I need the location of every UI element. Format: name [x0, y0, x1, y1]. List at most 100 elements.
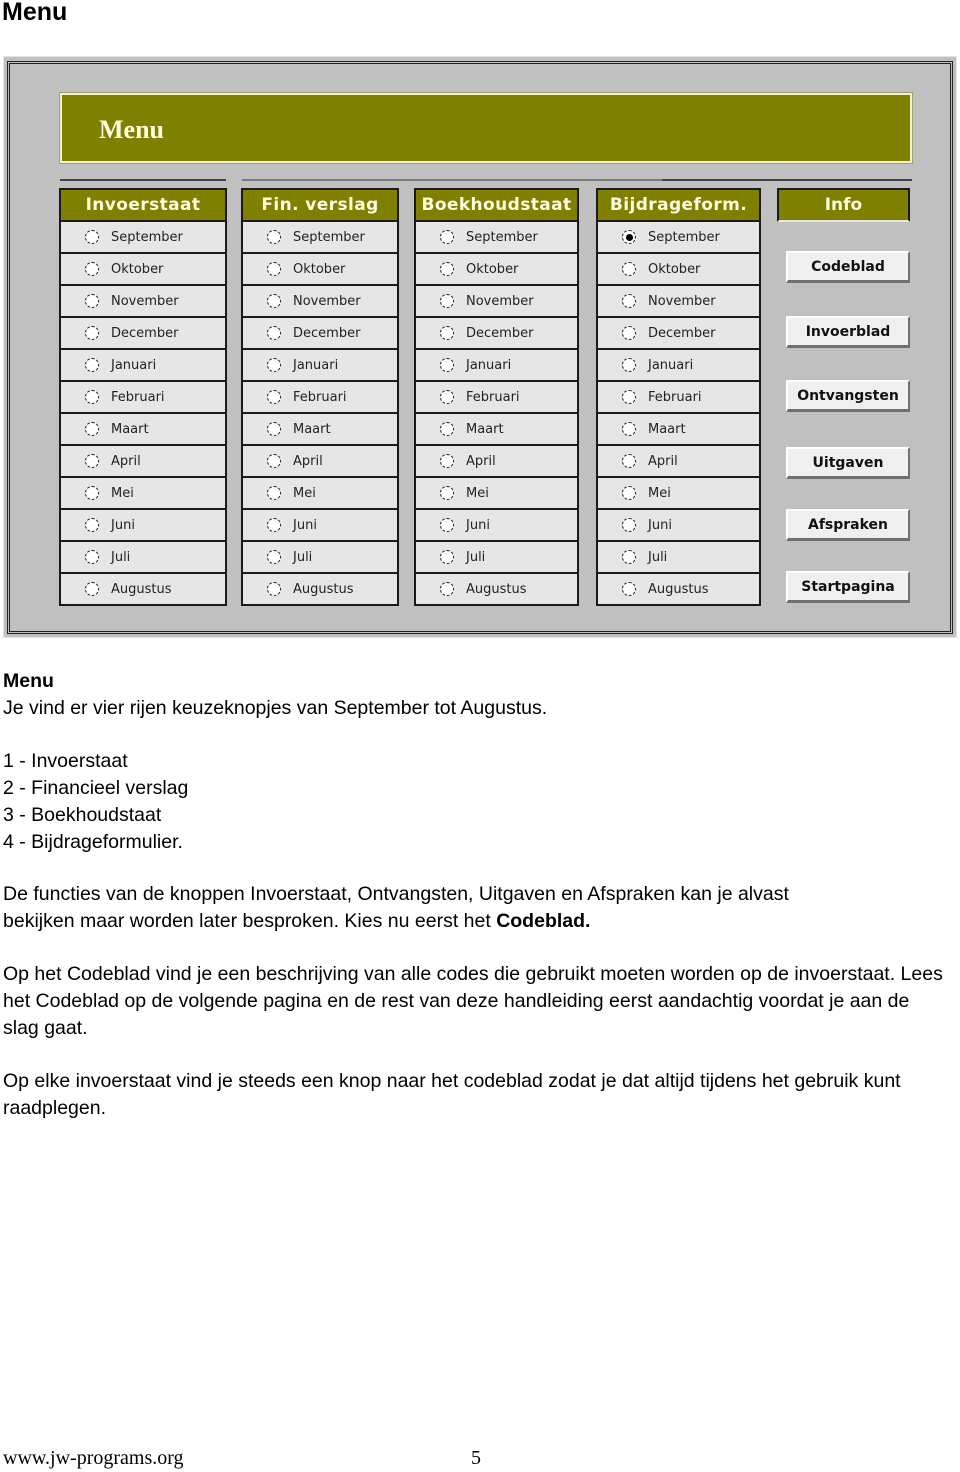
- radio-unchecked-icon[interactable]: [267, 454, 281, 468]
- month-option[interactable]: Augustus: [598, 574, 759, 604]
- month-option[interactable]: December: [598, 318, 759, 348]
- radio-unchecked-icon[interactable]: [440, 262, 454, 276]
- ontvangsten-button[interactable]: Ontvangsten: [786, 380, 910, 412]
- month-option[interactable]: Juni: [598, 510, 759, 540]
- month-option[interactable]: April: [61, 446, 225, 476]
- radio-unchecked-icon[interactable]: [440, 358, 454, 372]
- radio-unchecked-icon[interactable]: [622, 358, 636, 372]
- radio-unchecked-icon[interactable]: [267, 486, 281, 500]
- radio-unchecked-icon[interactable]: [85, 582, 99, 596]
- month-option[interactable]: November: [416, 286, 577, 316]
- month-option[interactable]: Mei: [243, 478, 397, 508]
- radio-unchecked-icon[interactable]: [440, 326, 454, 340]
- startpagina-button[interactable]: Startpagina: [786, 571, 910, 603]
- radio-unchecked-icon[interactable]: [622, 582, 636, 596]
- month-option[interactable]: Februari: [61, 382, 225, 412]
- radio-unchecked-icon[interactable]: [85, 262, 99, 276]
- month-option[interactable]: Maart: [61, 414, 225, 444]
- radio-unchecked-icon[interactable]: [85, 390, 99, 404]
- radio-unchecked-icon[interactable]: [267, 422, 281, 436]
- radio-unchecked-icon[interactable]: [85, 230, 99, 244]
- month-option[interactable]: Augustus: [243, 574, 397, 604]
- radio-unchecked-icon[interactable]: [267, 550, 281, 564]
- radio-checked-icon[interactable]: [622, 230, 636, 244]
- radio-unchecked-icon[interactable]: [267, 262, 281, 276]
- radio-unchecked-icon[interactable]: [85, 518, 99, 532]
- month-option[interactable]: Juli: [598, 542, 759, 572]
- month-option[interactable]: Januari: [416, 350, 577, 380]
- month-option[interactable]: September: [243, 222, 397, 252]
- month-option[interactable]: Juni: [416, 510, 577, 540]
- month-option[interactable]: Juni: [243, 510, 397, 540]
- radio-unchecked-icon[interactable]: [267, 390, 281, 404]
- month-option[interactable]: April: [416, 446, 577, 476]
- month-option[interactable]: December: [416, 318, 577, 348]
- radio-unchecked-icon[interactable]: [85, 358, 99, 372]
- month-option[interactable]: Februari: [243, 382, 397, 412]
- month-option[interactable]: Augustus: [61, 574, 225, 604]
- radio-unchecked-icon[interactable]: [440, 518, 454, 532]
- month-option[interactable]: Oktober: [61, 254, 225, 284]
- radio-unchecked-icon[interactable]: [622, 518, 636, 532]
- radio-unchecked-icon[interactable]: [440, 582, 454, 596]
- radio-unchecked-icon[interactable]: [267, 518, 281, 532]
- radio-unchecked-icon[interactable]: [440, 294, 454, 308]
- month-option[interactable]: Januari: [61, 350, 225, 380]
- radio-unchecked-icon[interactable]: [85, 422, 99, 436]
- month-option[interactable]: November: [61, 286, 225, 316]
- month-option[interactable]: Maart: [243, 414, 397, 444]
- radio-unchecked-icon[interactable]: [622, 262, 636, 276]
- month-option[interactable]: Januari: [598, 350, 759, 380]
- month-option[interactable]: Oktober: [598, 254, 759, 284]
- radio-unchecked-icon[interactable]: [85, 294, 99, 308]
- radio-unchecked-icon[interactable]: [85, 550, 99, 564]
- month-option[interactable]: November: [598, 286, 759, 316]
- month-option[interactable]: Mei: [61, 478, 225, 508]
- month-option[interactable]: Maart: [598, 414, 759, 444]
- radio-unchecked-icon[interactable]: [85, 486, 99, 500]
- radio-unchecked-icon[interactable]: [267, 582, 281, 596]
- month-option[interactable]: Juli: [243, 542, 397, 572]
- month-option[interactable]: Februari: [598, 382, 759, 412]
- radio-unchecked-icon[interactable]: [85, 454, 99, 468]
- radio-unchecked-icon[interactable]: [267, 326, 281, 340]
- uitgaven-button[interactable]: Uitgaven: [786, 447, 910, 479]
- radio-unchecked-icon[interactable]: [440, 390, 454, 404]
- month-option[interactable]: April: [243, 446, 397, 476]
- radio-unchecked-icon[interactable]: [440, 422, 454, 436]
- invoerblad-button[interactable]: Invoerblad: [786, 316, 910, 348]
- month-option[interactable]: Mei: [598, 478, 759, 508]
- radio-unchecked-icon[interactable]: [622, 390, 636, 404]
- radio-unchecked-icon[interactable]: [440, 550, 454, 564]
- radio-unchecked-icon[interactable]: [440, 486, 454, 500]
- radio-unchecked-icon[interactable]: [440, 454, 454, 468]
- afspraken-button[interactable]: Afspraken: [786, 509, 910, 541]
- codeblad-button[interactable]: Codeblad: [786, 251, 910, 283]
- radio-unchecked-icon[interactable]: [622, 486, 636, 500]
- month-option[interactable]: Februari: [416, 382, 577, 412]
- month-option[interactable]: Maart: [416, 414, 577, 444]
- footer-url[interactable]: www.jw-programs.org: [3, 1447, 184, 1470]
- radio-unchecked-icon[interactable]: [622, 294, 636, 308]
- month-option[interactable]: Augustus: [416, 574, 577, 604]
- month-option[interactable]: Januari: [243, 350, 397, 380]
- radio-unchecked-icon[interactable]: [622, 326, 636, 340]
- radio-unchecked-icon[interactable]: [85, 326, 99, 340]
- radio-unchecked-icon[interactable]: [267, 230, 281, 244]
- month-option[interactable]: September: [416, 222, 577, 252]
- radio-unchecked-icon[interactable]: [267, 358, 281, 372]
- radio-unchecked-icon[interactable]: [267, 294, 281, 308]
- month-option[interactable]: November: [243, 286, 397, 316]
- month-option[interactable]: December: [61, 318, 225, 348]
- month-option[interactable]: Juli: [61, 542, 225, 572]
- month-option[interactable]: Juli: [416, 542, 577, 572]
- radio-unchecked-icon[interactable]: [622, 550, 636, 564]
- radio-unchecked-icon[interactable]: [622, 422, 636, 436]
- month-option[interactable]: April: [598, 446, 759, 476]
- month-option[interactable]: Oktober: [416, 254, 577, 284]
- month-option[interactable]: September: [598, 222, 759, 252]
- month-option[interactable]: Oktober: [243, 254, 397, 284]
- month-option[interactable]: September: [61, 222, 225, 252]
- month-option[interactable]: December: [243, 318, 397, 348]
- radio-unchecked-icon[interactable]: [440, 230, 454, 244]
